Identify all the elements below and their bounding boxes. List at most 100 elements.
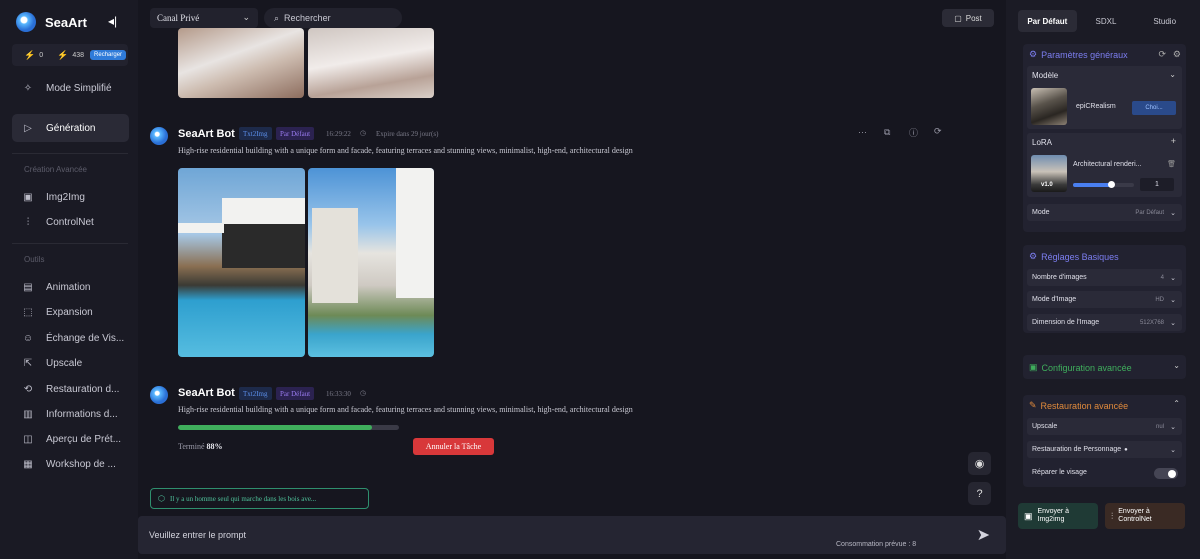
model-label: Modèle [1032,71,1059,80]
advanced-restore-title: Restauration avancée [1040,400,1129,411]
upscale-select[interactable]: Upscale nul ⌄ [1027,418,1182,435]
lora-thumbnail[interactable]: v1.0 [1031,155,1067,192]
chevron-down-icon: ⌄ [242,12,250,22]
sidebar-item-label: Upscale [46,357,83,369]
lightning-value: 438 [72,51,85,59]
sidebar-item-face-swap[interactable]: ☺ Échange de Vis... [12,324,129,352]
consumption-estimate: Consommation prévue : 8 [836,541,917,548]
lora-weight-slider[interactable] [1073,181,1134,188]
sidebar-item-informations[interactable]: ▥ Informations d... [12,400,129,428]
sidebar-item-expansion[interactable]: ⬚ Expansion [12,298,129,326]
sidebar-item-label: Expansion [46,306,93,318]
sidebar-item-controlnet[interactable]: ⫶ ControlNet [12,208,129,236]
lora-name: Architectural renderi... [1073,161,1142,168]
post-label: Post [965,13,982,23]
lora-weight-input[interactable]: 1 [1140,178,1174,191]
info-icon[interactable]: ⓘ [909,126,918,139]
sidebar-item-label: Restauration d... [46,383,120,395]
sidebar-item-workshop[interactable]: ▦ Workshop de ... [12,450,129,478]
general-params-title: Paramètres généraux [1041,49,1128,60]
sliders-icon: ⫶ [26,216,30,228]
send-to-controlnet-button[interactable]: ⫶ Envoyer à ControlNet [1105,503,1185,529]
tab-par-defaut[interactable]: Par Défaut [1018,10,1077,32]
search-placeholder: Rechercher [284,13,331,23]
expand-icon: ⬚ [23,306,33,318]
post-icon: ▢ [954,13,962,23]
app-root: SeaArt ◂| ⚡ 0 ⚡ 438 Recharger ✧ Mode Sim… [0,0,1200,559]
message-time: 16:29:22 [326,130,351,138]
chevron-down-icon: ⌄ [1170,423,1176,431]
prompt-input[interactable]: Veuillez entrer le prompt ➤ [138,516,1006,554]
row-label: Dimension de l'Image [1032,319,1100,326]
generated-image[interactable] [308,28,434,98]
stamina-icon: ⚡ [24,49,36,60]
hide-icon[interactable]: ◉ [968,452,991,475]
image-count-select[interactable]: Nombre d'images 4 ⌄ [1027,269,1182,286]
sidebar-item-mode-simplifie[interactable]: ✧ Mode Simplifié [12,74,129,102]
generated-image[interactable] [178,168,305,357]
brand[interactable]: SeaArt [16,10,87,34]
gear-icon: ⚙ [1029,49,1038,59]
generated-image[interactable] [178,28,304,98]
chevron-down-icon: ⌄ [1170,446,1176,454]
refresh-icon[interactable]: ⟳ [1158,49,1166,60]
sidebar-item-animation[interactable]: ▤ Animation [12,273,129,301]
image-mode-select[interactable]: Mode d'Image HD ⌄ [1027,291,1182,308]
progress-status: Terminé [178,442,205,451]
image-dimension-select[interactable]: Dimension de l'Image 512X768 ⌄ [1027,314,1182,331]
collapse-sidebar-icon[interactable]: ◂| [108,14,117,28]
upscale-value: nul [1155,423,1164,430]
help-button[interactable]: ? [968,482,991,505]
clock-icon: ◷ [360,129,367,137]
upscale-label: Upscale [1032,423,1058,430]
basic-settings-card: ⚙ Réglages Basiques Nombre d'images 4 ⌄ … [1023,245,1186,333]
sidebar-item-preview[interactable]: ◫ Aperçu de Prét... [12,425,129,453]
advanced-config-card[interactable]: ▣ Configuration avancée ⌄ [1023,355,1186,379]
advanced-restore-header[interactable]: ✎ Restauration avancée [1029,400,1128,411]
send-to-img2img-button[interactable]: ▣ Envoyer à Img2img [1018,503,1098,529]
recharge-button[interactable]: Recharger [90,50,127,60]
chevron-down-icon: ⌄ [1173,361,1180,370]
add-icon[interactable]: + [1171,136,1176,146]
toggle-knob [1168,469,1176,478]
sidebar-item-generation[interactable]: ▷ Génération [12,114,129,142]
gear-icon: ⚙ [1029,251,1038,261]
general-params-header[interactable]: ⚙ Paramètres généraux [1029,49,1128,60]
sidebar-item-img2img[interactable]: ▣ Img2Img [12,183,129,211]
chevron-down-icon[interactable]: ⌄ [1169,70,1176,79]
send-icon[interactable]: ➤ [977,525,990,545]
progress-label: Terminé 88% [178,442,223,451]
face-restore-label: Restauration de Personnage [1032,446,1122,453]
cancel-task-button[interactable]: Annuler la Tâche [413,438,494,455]
lora-version: v1.0 [1041,182,1053,188]
bot-name: SeaArt Bot [178,387,235,399]
model-thumbnail[interactable] [1031,88,1067,125]
message-prompt: High-rise residential building with a un… [178,146,633,155]
mode-select[interactable]: Mode Par Défaut ⌄ [1027,204,1182,221]
bot-avatar [150,386,168,404]
prompt-suggestion[interactable]: ⬡ Il y a un homme seul qui marche dans l… [150,488,369,509]
basic-settings-header[interactable]: ⚙ Réglages Basiques [1029,251,1119,262]
translate-icon[interactable]: ⧉ [884,127,890,138]
generated-image[interactable] [308,168,434,357]
settings-icon[interactable]: ⚙ [1173,49,1181,60]
search-input[interactable]: ⌕ Rechercher [264,8,402,28]
choose-model-button[interactable]: Choi... [1132,101,1176,115]
chevron-down-icon: ⌄ [1170,296,1176,304]
more-icon[interactable]: ··· [858,127,867,137]
channel-select[interactable]: Canal Privé ⌄ [150,8,258,28]
tab-sdxl[interactable]: SDXL [1077,10,1136,32]
tab-studio[interactable]: Studio [1135,10,1194,32]
sidebar-item-restoration[interactable]: ⟲ Restauration d... [12,375,129,403]
wand-icon: ✎ [1029,400,1037,410]
slider-knob[interactable] [1107,181,1115,188]
refresh-icon[interactable]: ⟳ [934,126,942,137]
advanced-config-header[interactable]: ▣ Configuration avancée [1029,362,1132,373]
chevron-up-icon[interactable]: ⌃ [1173,399,1180,408]
trash-icon[interactable]: 🗑 [1167,160,1176,168]
post-button[interactable]: ▢ Post [942,9,994,27]
sidebar-item-label: Mode Simplifié [46,82,112,94]
sidebar-item-upscale[interactable]: ⇱ Upscale [12,349,129,377]
face-restore-select[interactable]: Restauration de Personnage ● ⌄ [1027,441,1182,458]
face-fix-toggle[interactable] [1154,468,1178,479]
